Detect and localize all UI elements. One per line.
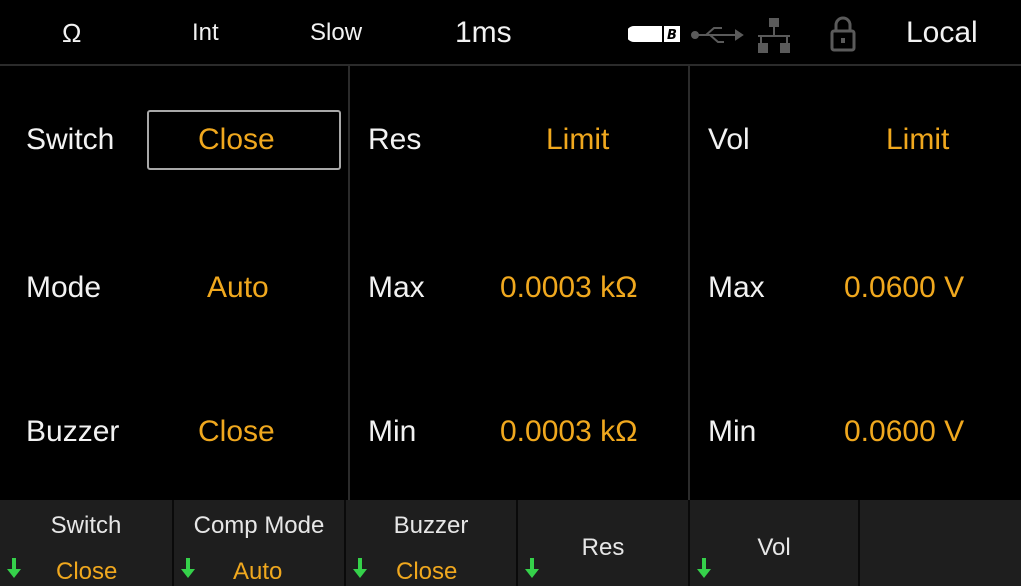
vol-max-label: Max — [708, 271, 765, 304]
buzzer-label: Buzzer — [26, 415, 120, 448]
softkey-buzzer[interactable]: Buzzer Close — [346, 500, 518, 586]
voltage-limit-panel: Vol Limit Max 0.0600 V Min 0.0600 V — [688, 66, 1021, 500]
mode-value[interactable]: Auto — [207, 270, 269, 306]
switch-label: Switch — [26, 123, 115, 156]
softkey-switch[interactable]: Switch Close — [0, 500, 174, 586]
trigger-delay: 1ms — [455, 16, 512, 49]
softkey-res-label: Res — [581, 534, 625, 561]
vol-max-value[interactable]: 0.0600 V — [844, 270, 964, 306]
comparator-general-panel: Switch Close Mode Auto Buzzer Close — [0, 66, 348, 500]
resistance-limit-panel: Res Limit Max 0.0003 kΩ Min 0.0003 kΩ — [348, 66, 688, 500]
usb-icon — [691, 27, 744, 43]
down-arrow-icon — [697, 558, 711, 578]
down-arrow-icon — [353, 558, 367, 578]
softkey-comp-mode-value: Auto — [233, 558, 283, 585]
res-limit-value[interactable]: Limit — [546, 122, 609, 158]
mode-label: Mode — [26, 271, 102, 304]
down-arrow-icon — [7, 558, 21, 578]
softkey-buzzer-value: Close — [396, 558, 458, 585]
storage-card-icon: B — [628, 26, 680, 43]
lock-icon — [830, 16, 856, 52]
softkey-comp-mode[interactable]: Comp Mode Auto — [174, 500, 346, 586]
vol-title: Vol — [708, 123, 750, 156]
softkey-switch-value: Close — [56, 558, 118, 585]
remote-mode: Local — [906, 16, 978, 49]
switch-value[interactable]: Close — [198, 122, 275, 158]
network-icon — [758, 18, 790, 53]
vol-limit-value[interactable]: Limit — [886, 122, 949, 158]
softkey-switch-label: Switch — [50, 512, 122, 539]
softkey-res[interactable]: Res — [518, 500, 690, 586]
down-arrow-icon — [181, 558, 195, 578]
down-arrow-icon — [525, 558, 539, 578]
res-min-value[interactable]: 0.0003 kΩ — [500, 414, 638, 450]
res-max-label: Max — [368, 271, 425, 304]
buzzer-value[interactable]: Close — [198, 414, 275, 450]
vol-min-value[interactable]: 0.0600 V — [844, 414, 964, 450]
vol-min-label: Min — [708, 415, 757, 448]
trigger-source: Int — [192, 19, 219, 46]
softkey-empty[interactable] — [860, 500, 1021, 586]
svg-text:B: B — [667, 28, 677, 43]
status-bar: Ω Int Slow 1ms B Local — [0, 0, 1021, 66]
softkey-buzzer-label: Buzzer — [393, 512, 469, 539]
softkey-vol-label: Vol — [757, 534, 791, 561]
softkey-bar: Switch Close Comp Mode Auto Buzzer Close… — [0, 500, 1021, 586]
softkey-vol[interactable]: Vol — [690, 500, 860, 586]
measure-unit: Ω — [62, 18, 82, 48]
res-min-label: Min — [368, 415, 417, 448]
sample-speed: Slow — [310, 19, 363, 46]
softkey-comp-mode-label: Comp Mode — [193, 512, 325, 539]
res-title: Res — [368, 123, 422, 156]
res-max-value[interactable]: 0.0003 kΩ — [500, 270, 638, 306]
